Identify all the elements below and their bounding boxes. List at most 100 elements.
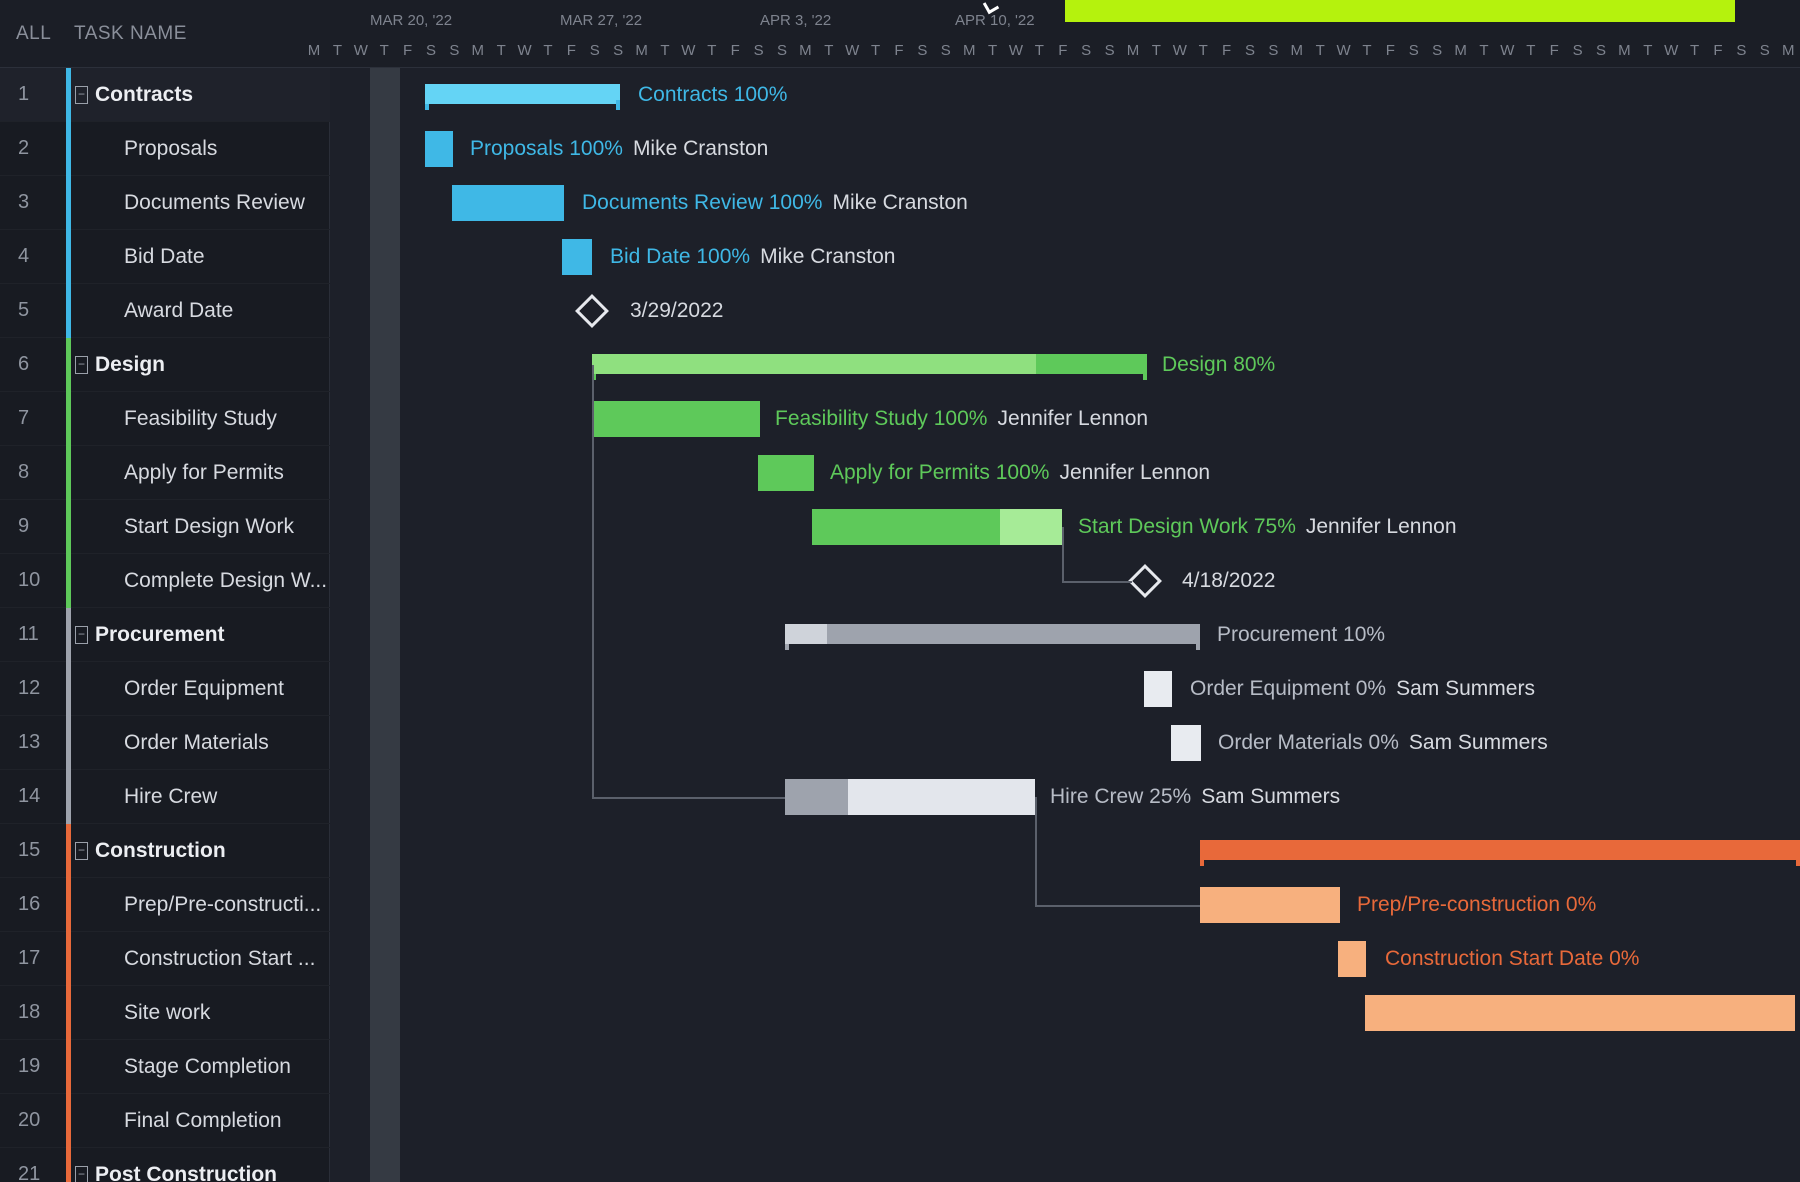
task-name[interactable]: Stage Completion: [124, 1055, 291, 1079]
collapse-toggle-icon[interactable]: −: [75, 356, 88, 374]
task-name[interactable]: Procurement: [95, 623, 225, 647]
day-letter: S: [425, 42, 436, 59]
collapse-toggle-icon[interactable]: −: [75, 626, 88, 644]
task-row[interactable]: 10 Complete Design W...: [0, 554, 330, 608]
task-bar[interactable]: [425, 131, 453, 167]
task-bar[interactable]: [562, 239, 592, 275]
row-number: 2: [18, 137, 30, 159]
task-bar[interactable]: [1200, 887, 1340, 923]
summary-bar[interactable]: [592, 354, 1147, 380]
task-name[interactable]: Site work: [124, 1001, 210, 1025]
task-bar[interactable]: [758, 455, 814, 491]
dependency-line: [592, 797, 785, 799]
day-letter: T: [824, 42, 834, 59]
day-letter: S: [1432, 42, 1443, 59]
day-letter: F: [1713, 42, 1723, 59]
task-group-row[interactable]: 15 − Construction: [0, 824, 330, 878]
day-letter: S: [1595, 42, 1606, 59]
day-letter: S: [1759, 42, 1770, 59]
task-name[interactable]: Design: [95, 353, 165, 377]
task-row[interactable]: 17 Construction Start ...: [0, 932, 330, 986]
task-row[interactable]: 5 Award Date: [0, 284, 330, 338]
timeline-header: MAR 20, '22 MAR 27, '22 APR 3, '22 APR 10, …: [308, 0, 1800, 68]
task-label: Documents Review 100% Mike Cranston: [582, 191, 968, 215]
summary-bar[interactable]: [785, 624, 1200, 650]
task-row[interactable]: 16 Prep/Pre-constructi...: [0, 878, 330, 932]
day-letter: S: [1104, 42, 1115, 59]
task-label: Feasibility Study 100% Jennifer Lennon: [775, 407, 1148, 431]
task-bar[interactable]: [1338, 941, 1366, 977]
task-name[interactable]: Award Date: [124, 299, 233, 323]
task-name[interactable]: Contracts: [95, 83, 193, 107]
collapse-toggle-icon[interactable]: −: [75, 1166, 88, 1182]
task-group-row[interactable]: 1 − Contracts: [0, 68, 330, 122]
row-number: 16: [18, 893, 41, 915]
task-label: Contracts 100%: [638, 83, 787, 107]
group-color-stripe: [66, 608, 71, 662]
task-row[interactable]: 14 Hire Crew: [0, 770, 330, 824]
day-letter: S: [917, 42, 928, 59]
task-row[interactable]: 20 Final Completion: [0, 1094, 330, 1148]
task-name[interactable]: Documents Review: [124, 191, 305, 215]
task-row[interactable]: 12 Order Equipment: [0, 662, 330, 716]
task-bar[interactable]: [452, 185, 564, 221]
task-bar[interactable]: [1365, 995, 1795, 1031]
task-bar[interactable]: [785, 779, 1035, 815]
task-name[interactable]: Prep/Pre-constructi...: [124, 893, 321, 917]
row-number: 4: [18, 245, 30, 267]
task-name[interactable]: Final Completion: [124, 1109, 282, 1133]
task-name[interactable]: Post Construction: [95, 1163, 277, 1182]
task-label-text: Order Materials 0%: [1218, 731, 1399, 754]
task-row[interactable]: 4 Bid Date: [0, 230, 330, 284]
summary-bar[interactable]: [1200, 840, 1800, 866]
timeline-highlight-bar: [1065, 0, 1735, 22]
task-row[interactable]: 7 Feasibility Study: [0, 392, 330, 446]
day-letter: W: [1008, 42, 1024, 59]
group-color-stripe: [66, 230, 71, 284]
task-name[interactable]: Order Materials: [124, 731, 269, 755]
milestone-diamond-icon[interactable]: [575, 294, 609, 328]
task-row[interactable]: 3 Documents Review: [0, 176, 330, 230]
task-bar[interactable]: [1144, 671, 1172, 707]
row-number: 3: [18, 191, 30, 213]
day-letter: W: [681, 42, 696, 59]
task-row[interactable]: 9 Start Design Work: [0, 500, 330, 554]
task-group-row[interactable]: 6 − Design: [0, 338, 330, 392]
task-name-header[interactable]: TASK NAME: [72, 23, 187, 45]
task-row[interactable]: 8 Apply for Permits: [0, 446, 330, 500]
task-name[interactable]: Construction Start ...: [124, 947, 315, 971]
gantt-timeline: MAR 20, '22 MAR 27, '22 APR 3, '22 APR 10, …: [308, 0, 1800, 1182]
task-name[interactable]: Start Design Work: [124, 515, 294, 539]
row-number: 12: [18, 677, 41, 699]
day-letter: T: [1526, 42, 1536, 59]
task-row[interactable]: 19 Stage Completion: [0, 1040, 330, 1094]
task-name[interactable]: Order Equipment: [124, 677, 284, 701]
task-row[interactable]: 18 Site work: [0, 986, 330, 1040]
task-name[interactable]: Construction: [95, 839, 226, 863]
task-name[interactable]: Feasibility Study: [124, 407, 277, 431]
group-color-stripe: [66, 500, 71, 554]
day-letter: T: [871, 42, 881, 59]
day-letter: T: [1034, 42, 1044, 59]
task-row[interactable]: 2 Proposals: [0, 122, 330, 176]
task-bar[interactable]: [592, 401, 760, 437]
task-group-row[interactable]: 21 − Post Construction: [0, 1148, 330, 1182]
task-name[interactable]: Apply for Permits: [124, 461, 284, 485]
select-all-header[interactable]: ALL: [0, 23, 72, 45]
task-name[interactable]: Hire Crew: [124, 785, 217, 809]
day-letter: F: [1549, 42, 1559, 59]
day-letter: T: [1151, 42, 1161, 59]
task-name[interactable]: Complete Design W...: [124, 569, 327, 593]
day-letter: M: [799, 42, 812, 59]
collapse-toggle-icon[interactable]: −: [75, 86, 88, 104]
task-row[interactable]: 13 Order Materials: [0, 716, 330, 770]
task-name[interactable]: Bid Date: [124, 245, 205, 269]
row-number: 10: [18, 569, 41, 591]
milestone-diamond-icon[interactable]: [1128, 564, 1162, 598]
task-bar[interactable]: [812, 509, 1062, 545]
summary-bar[interactable]: [425, 84, 620, 110]
task-bar[interactable]: [1171, 725, 1201, 761]
collapse-toggle-icon[interactable]: −: [75, 842, 88, 860]
task-group-row[interactable]: 11 − Procurement: [0, 608, 330, 662]
task-name[interactable]: Proposals: [124, 137, 217, 161]
